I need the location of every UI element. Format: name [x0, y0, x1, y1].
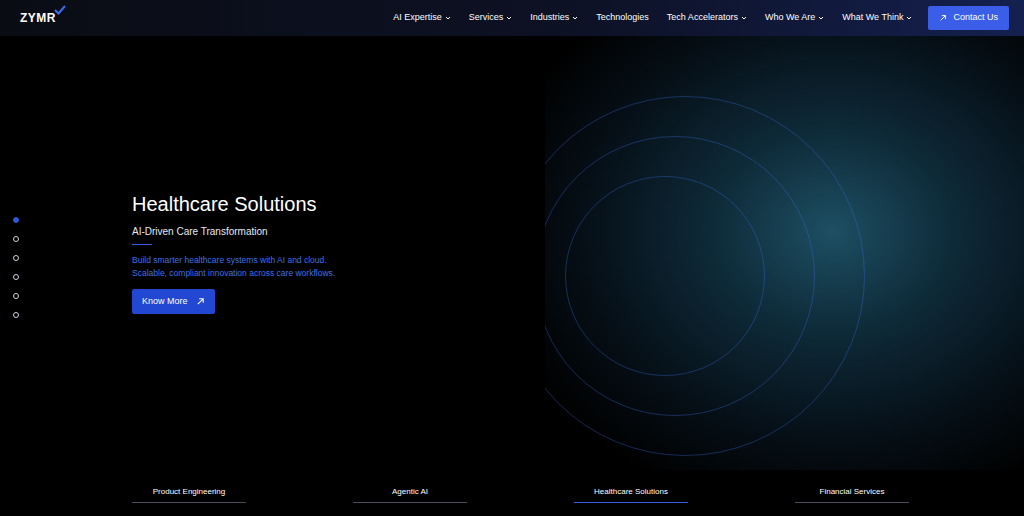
slider-dot[interactable] — [13, 312, 19, 318]
chevron-down-icon — [445, 15, 451, 21]
nav-label: Services — [469, 11, 504, 25]
hero-description: Build smarter healthcare systems with AI… — [132, 254, 535, 280]
hero-slider: Healthcare Solutions AI-Driven Care Trans… — [0, 36, 1024, 470]
arrow-up-right-icon — [196, 297, 205, 306]
slider-dot[interactable] — [13, 217, 19, 223]
decor-ring — [545, 96, 865, 456]
nav-item[interactable]: Tech Accelerators — [667, 11, 747, 25]
hero-text: Healthcare Solutions AI-Driven Care Trans… — [132, 192, 545, 315]
subtitle-rule — [132, 244, 152, 245]
logo[interactable]: ZYMR — [20, 9, 66, 27]
solution-tabs: Product Engineering Agentic AI Healthcare … — [0, 470, 1024, 516]
slider-dot[interactable] — [13, 236, 19, 242]
know-more-button[interactable]: Know More — [132, 289, 215, 315]
solution-tab[interactable]: Product Engineering — [132, 484, 246, 503]
slider-dots — [0, 217, 132, 318]
nav-label: AI Expertise — [393, 11, 442, 25]
contact-label: Contact Us — [953, 11, 998, 25]
slider-dot[interactable] — [13, 293, 19, 299]
nav-label: Who We Are — [765, 11, 815, 25]
nav-item[interactable]: Services — [469, 11, 513, 25]
main-menu: AI Expertise Services Industries Technologi… — [393, 11, 912, 25]
arrow-up-right-icon — [939, 14, 947, 22]
nav-item[interactable]: AI Expertise — [393, 11, 451, 25]
nav-label: Industries — [530, 11, 569, 25]
chevron-down-icon — [506, 15, 512, 21]
nav-item[interactable]: Industries — [530, 11, 578, 25]
description-line: Build smarter healthcare systems with AI… — [132, 255, 327, 265]
decor-ring — [565, 176, 765, 376]
solution-tab[interactable]: Financial Services — [795, 484, 909, 503]
nav-item[interactable]: Technologies — [596, 11, 649, 25]
solution-tab[interactable]: Healthcare Solutions — [574, 484, 688, 503]
logo-text: ZYMR — [20, 9, 56, 27]
chevron-down-icon — [572, 15, 578, 21]
nav-item[interactable]: What We Think — [842, 11, 912, 25]
chevron-down-icon — [741, 15, 747, 21]
description-line: Scalable, compliant innovation across ca… — [132, 268, 335, 278]
chevron-down-icon — [818, 15, 824, 21]
solution-tab[interactable]: Agentic AI — [353, 484, 467, 503]
decor-ring — [545, 136, 815, 416]
hero-photo — [545, 36, 1024, 470]
check-mark-icon — [54, 5, 66, 15]
hero-subtitle: AI-Driven Care Transformation — [132, 224, 535, 239]
nav-label: What We Think — [842, 11, 903, 25]
know-more-label: Know More — [142, 295, 188, 309]
hero-title: Healthcare Solutions — [132, 192, 535, 216]
contact-button[interactable]: Contact Us — [928, 6, 1009, 30]
nav-item[interactable]: Who We Are — [765, 11, 824, 25]
nav-label: Tech Accelerators — [667, 11, 738, 25]
chevron-down-icon — [906, 15, 912, 21]
slider-dot[interactable] — [13, 274, 19, 280]
nav-label: Technologies — [596, 11, 649, 25]
slider-dot[interactable] — [13, 255, 19, 261]
top-navbar: ZYMR AI Expertise Services Industries Techno… — [0, 0, 1024, 36]
